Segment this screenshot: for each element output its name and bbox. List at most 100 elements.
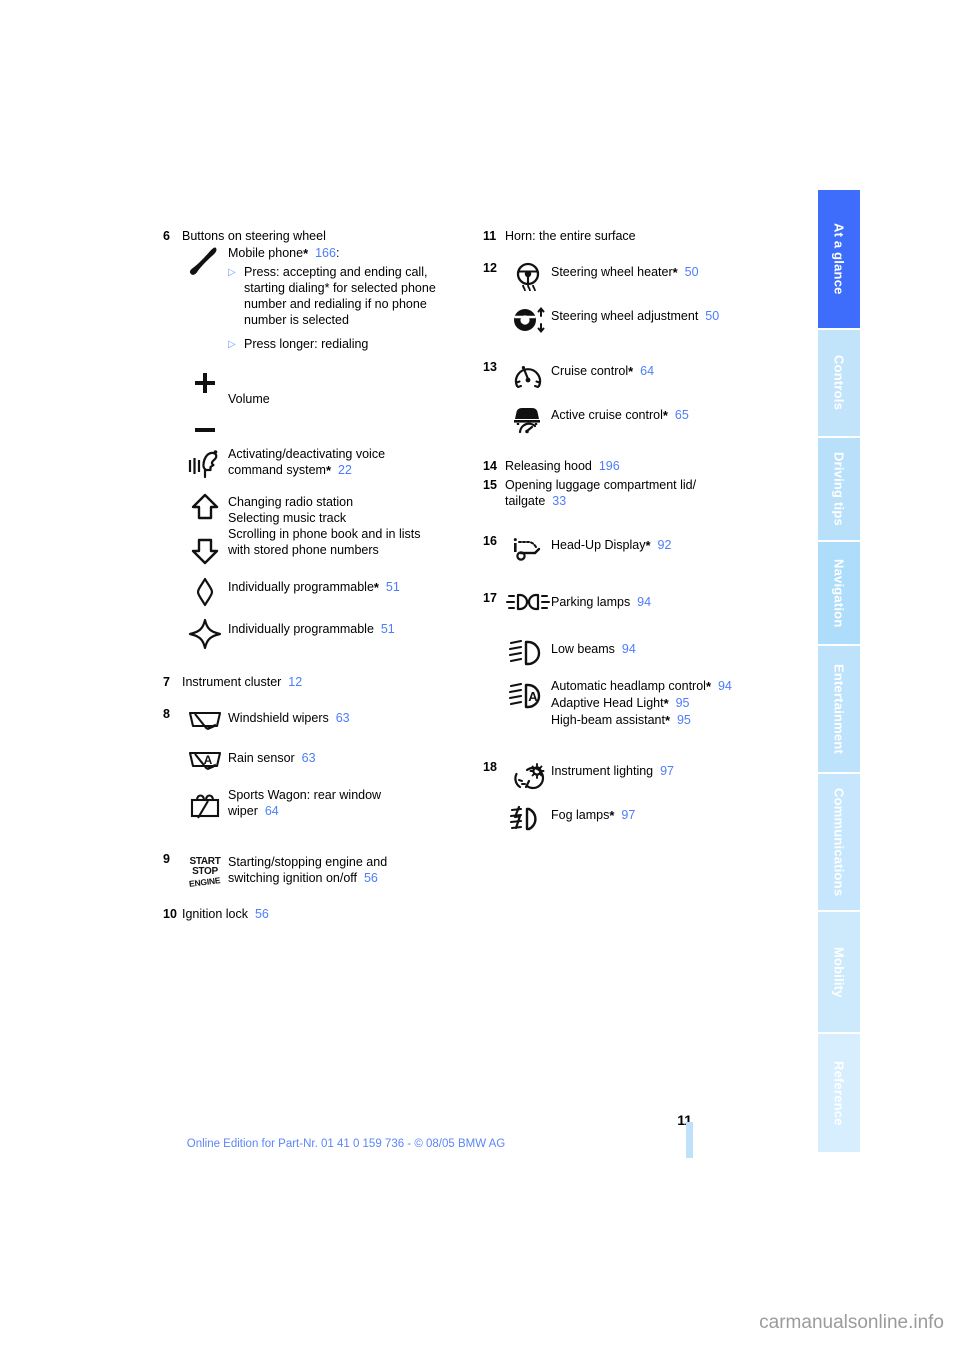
- sidebar-item-communications[interactable]: Communications: [818, 774, 860, 912]
- page-ref[interactable]: 196: [599, 459, 620, 473]
- sidebar-item-label: Mobility: [831, 946, 847, 998]
- page-ref[interactable]: 63: [336, 711, 350, 725]
- steering-wheel-adjustment-icon: [505, 304, 551, 335]
- instrument-lighting-icon: [505, 759, 551, 794]
- diamond-icon: [182, 575, 228, 608]
- page-ref[interactable]: 95: [676, 696, 690, 710]
- arrow-up-icon: [191, 493, 219, 520]
- parking-lamps-label: Parking lamps: [551, 595, 631, 609]
- sidebar-item-driving-tips[interactable]: Driving tips: [818, 438, 860, 542]
- arrows-line1: Changing radio station: [228, 495, 354, 509]
- low-beams-label: Low beams: [551, 642, 615, 656]
- item-number: 15: [483, 478, 497, 492]
- active-cruise-label: Active cruise control: [551, 408, 663, 422]
- page-ref[interactable]: 51: [381, 622, 395, 636]
- option-star: *: [609, 808, 615, 823]
- item-number: 14: [483, 459, 497, 473]
- sidebar-item-at-a-glance[interactable]: At a glance: [818, 190, 860, 330]
- item-number: 8: [163, 707, 170, 721]
- arrow-down-icon: [191, 538, 219, 565]
- item-number: 12: [483, 261, 497, 275]
- start-stop-engine-icon: START STOP ENGINE: [182, 851, 228, 890]
- triangle-bullet-icon: ▷: [228, 339, 236, 350]
- entry-radio-arrows: Changing radio station Selecting music t…: [182, 491, 463, 566]
- page-ref[interactable]: 97: [621, 808, 635, 822]
- sidebar-item-mobility[interactable]: Mobility: [818, 912, 860, 1034]
- page-ref[interactable]: 97: [660, 764, 674, 778]
- head-up-display-icon: [505, 533, 551, 566]
- page-ref[interactable]: 166: [315, 246, 336, 260]
- page-ref[interactable]: 65: [675, 408, 689, 422]
- page-ref[interactable]: 56: [364, 871, 378, 885]
- page-ref[interactable]: 56: [255, 907, 269, 921]
- page-ref[interactable]: 94: [622, 642, 636, 656]
- edition-notice: Online Edition for Part-Nr. 01 41 0 159 …: [186, 1138, 506, 1150]
- page-ref[interactable]: 94: [637, 595, 651, 609]
- high-beam-assistant-label: High-beam assistant: [551, 713, 665, 727]
- item-number: 6: [163, 229, 170, 243]
- page-ref[interactable]: 95: [677, 713, 691, 727]
- svg-text:A: A: [204, 753, 213, 767]
- item-number: 17: [483, 591, 497, 605]
- svg-text:ENGINE: ENGINE: [188, 875, 221, 889]
- item-number: 9: [163, 852, 170, 866]
- entry-fog-lamps: Fog lamps* 97: [505, 803, 793, 834]
- svg-text:A: A: [528, 689, 538, 704]
- list-item-13: 13 Cruise control* 64: [483, 359, 793, 392]
- list-item-14: 14 Releasing hood 196: [483, 458, 793, 474]
- volume-label: Volume: [228, 392, 270, 406]
- entry-automatic-headlamp: A Automatic headlamp control * 94 Adaptiv…: [505, 677, 793, 729]
- page-ref[interactable]: 64: [265, 804, 279, 818]
- watermark: carmanualsonline.info: [759, 1312, 944, 1333]
- page-ref[interactable]: 64: [640, 364, 654, 378]
- entry-active-cruise-control: Active cruise control* 65: [505, 401, 793, 434]
- option-star: *: [628, 364, 634, 379]
- page-ref[interactable]: 50: [685, 265, 699, 279]
- page-ref[interactable]: 33: [552, 494, 566, 508]
- entry-programmable-plain: Individually programmable 51: [182, 617, 463, 650]
- bullet-text: Press longer: redialing: [244, 337, 369, 351]
- windshield-wiper-icon: [182, 706, 228, 737]
- steering-wheel-heater-icon: [505, 260, 551, 295]
- bullet-text: Press: accepting and ending call, starti…: [244, 265, 436, 327]
- option-star: *: [373, 580, 379, 595]
- instrument-lighting-label: Instrument lighting: [551, 764, 654, 778]
- triangle-bullet-icon: ▷: [228, 267, 236, 278]
- sidebar-item-controls[interactable]: Controls: [818, 330, 860, 438]
- voice-label-line2: command system: [228, 463, 326, 477]
- item-number: 18: [483, 760, 497, 774]
- bullet-item: ▷ Press longer: redialing: [228, 336, 463, 353]
- page-ref[interactable]: 92: [658, 538, 672, 552]
- option-star: *: [664, 713, 671, 728]
- entry-rear-window-wiper: Sports Wagon: rear window wiper 64: [182, 786, 463, 821]
- programmable-label: Individually programmable: [228, 622, 374, 636]
- sidebar-item-entertainment[interactable]: Entertainment: [818, 646, 860, 774]
- sidebar-item-label: Controls: [831, 355, 847, 411]
- programmable-label: Individually programmable: [228, 580, 374, 594]
- option-star: *: [303, 246, 309, 261]
- sidebar-item-navigation[interactable]: Navigation: [818, 542, 860, 646]
- item-number: 10: [163, 907, 177, 921]
- item-label: Releasing hood: [505, 459, 592, 473]
- page-ref[interactable]: 50: [705, 309, 719, 323]
- auto-headlamp-label: Automatic headlamp control: [551, 679, 706, 693]
- page-ref[interactable]: 63: [302, 751, 316, 765]
- entry-mobile-phone: Mobile phone* 166: ▷ Press: accepting an…: [182, 244, 463, 353]
- page-ref[interactable]: 22: [338, 463, 352, 477]
- page-ref[interactable]: 51: [386, 580, 400, 594]
- page-ref[interactable]: 12: [288, 675, 302, 689]
- rain-sensor-label: Rain sensor: [228, 751, 295, 765]
- sidebar-item-reference[interactable]: Reference: [818, 1034, 860, 1152]
- option-star: *: [662, 408, 668, 423]
- item-title: Buttons on steering wheel: [182, 229, 326, 243]
- option-star: *: [645, 538, 651, 553]
- adaptive-headlight-label: Adaptive Head Light: [551, 696, 664, 710]
- sidebar-item-label: Navigation: [831, 558, 847, 628]
- list-item-10: 10 Ignition lock 56: [163, 906, 463, 922]
- fog-lamp-icon: [505, 803, 551, 834]
- entry-windshield-wipers: Windshield wipers 63: [182, 706, 463, 737]
- page-ref[interactable]: 94: [718, 679, 732, 693]
- entry-rain-sensor: A Rain sensor 63: [182, 746, 463, 777]
- manual-page: At a glance Controls Driving tips Naviga…: [0, 0, 960, 1358]
- active-cruise-control-icon: [505, 401, 551, 434]
